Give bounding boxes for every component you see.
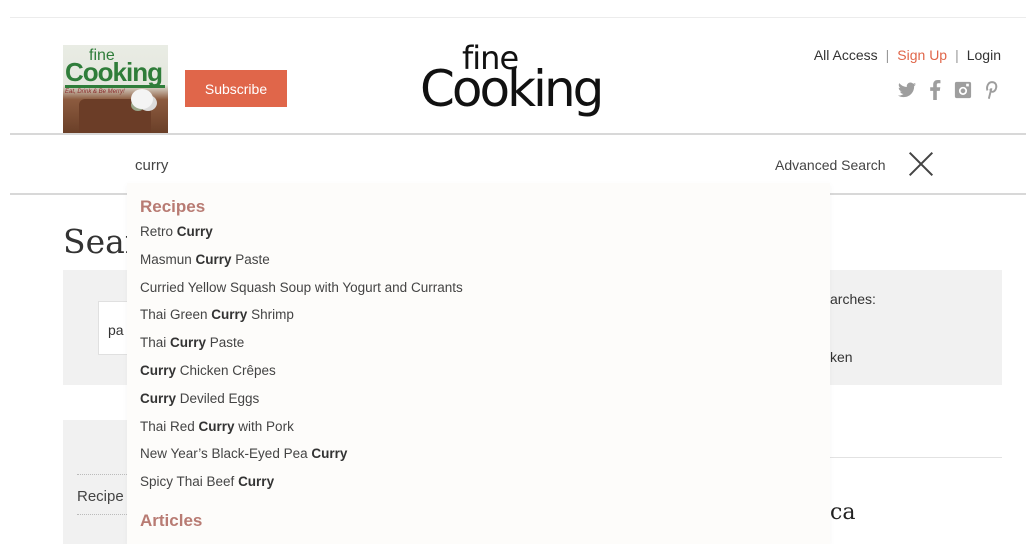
result-title[interactable]: ca [830, 500, 855, 525]
facebook-icon[interactable] [926, 80, 944, 100]
autocomplete-item-match: Curry [238, 474, 275, 490]
all-access-link[interactable]: All Access [814, 47, 878, 63]
autocomplete-item-match: Curry [195, 251, 232, 267]
articles-heading: Articles [140, 511, 203, 530]
autocomplete-item-match: Curry [311, 446, 348, 462]
autocomplete-item-text: Thai Red [140, 418, 199, 434]
results-divider [830, 457, 1002, 458]
autocomplete-item[interactable]: New Year’s Black-Eyed Pea Curry [140, 446, 347, 461]
autocomplete-item-text: Paste [206, 335, 245, 351]
site-logo[interactable]: fine Cooking [420, 42, 620, 114]
autocomplete-item-text: Thai [140, 335, 171, 351]
instagram-icon[interactable] [954, 80, 972, 100]
twitter-icon[interactable] [898, 80, 916, 100]
autocomplete-item[interactable]: Curry Deviled Eggs [140, 391, 259, 406]
autocomplete-dropdown: Recipes Retro Curry Masmun Curry Paste Cur… [127, 183, 830, 544]
autocomplete-item-text: Chicken Crêpes [176, 363, 276, 378]
autocomplete-item[interactable]: Curried Yellow Squash Soup with Yogurt a… [140, 280, 463, 295]
magazine-logo-cooking: Cooking [65, 57, 163, 87]
autocomplete-item-match: Curry [176, 224, 213, 239]
autocomplete-item[interactable]: Thai Curry Paste [140, 335, 244, 350]
close-icon[interactable] [908, 151, 934, 177]
magazine-cover-image[interactable]: fine Cooking Eat, Drink & Be Merry! [63, 45, 168, 133]
recent-search-item[interactable]: ken [830, 349, 853, 365]
autocomplete-item-text: Spicy Thai Beef [140, 474, 239, 490]
autocomplete-item-text: Paste [231, 251, 270, 267]
account-links: All Access | Sign Up | Login [814, 47, 1001, 63]
separator: | [955, 47, 959, 63]
autocomplete-item[interactable]: Curry Chicken Crêpes [140, 363, 276, 378]
recipes-heading: Recipes [140, 197, 206, 216]
autocomplete-item[interactable]: Thai Red Curry with Pork [140, 419, 294, 434]
search-input[interactable]: curry [135, 157, 168, 174]
sign-up-link[interactable]: Sign Up [897, 47, 947, 63]
recent-searches-label: arches: [830, 291, 876, 307]
magazine-tagline: Eat, Drink & Be Merry! [65, 89, 125, 95]
advanced-search-link[interactable]: Advanced Search [775, 157, 886, 173]
magazine-flower-illustration [131, 89, 153, 109]
page-search-value: pa [108, 322, 124, 338]
separator: | [885, 47, 890, 63]
filter-panel [63, 420, 128, 544]
social-links [898, 80, 1000, 100]
autocomplete-item-text: Curried Yellow Squash Soup with Yogurt a… [140, 279, 463, 295]
autocomplete-item-text: Shrimp [247, 307, 294, 323]
subscribe-button[interactable]: Subscribe [185, 70, 287, 107]
autocomplete-item-text: Deviled Eggs [176, 390, 260, 406]
logo-cooking: Cooking [420, 60, 604, 118]
autocomplete-item[interactable]: Masmun Curry Paste [140, 252, 270, 267]
login-link[interactable]: Login [967, 47, 1001, 63]
filter-divider [77, 474, 127, 475]
autocomplete-item[interactable]: Thai Green Curry Shrimp [140, 307, 294, 322]
autocomplete-item-text: with Pork [234, 418, 294, 434]
header-divider [10, 133, 1026, 135]
autocomplete-item-match: Curry [170, 335, 207, 351]
autocomplete-item-match: Curry [198, 418, 235, 434]
autocomplete-item[interactable]: Spicy Thai Beef Curry [140, 474, 274, 489]
autocomplete-item-text: Masmun [140, 251, 196, 267]
top-divider [10, 17, 1026, 18]
autocomplete-item-match: Curry [211, 307, 248, 323]
autocomplete-item-match: Curry [140, 363, 177, 378]
filter-divider [77, 514, 127, 515]
autocomplete-item-text: Retro [140, 224, 177, 239]
filter-recipes[interactable]: Recipe [77, 488, 124, 505]
pinterest-icon[interactable] [982, 80, 1000, 100]
autocomplete-item[interactable]: Retro Curry [140, 224, 213, 239]
autocomplete-item-match: Curry [140, 390, 177, 406]
autocomplete-item-text: New Year’s Black-Eyed Pea [140, 446, 312, 462]
autocomplete-item-text: Thai Green [140, 307, 212, 323]
magazine-bar [65, 85, 165, 88]
